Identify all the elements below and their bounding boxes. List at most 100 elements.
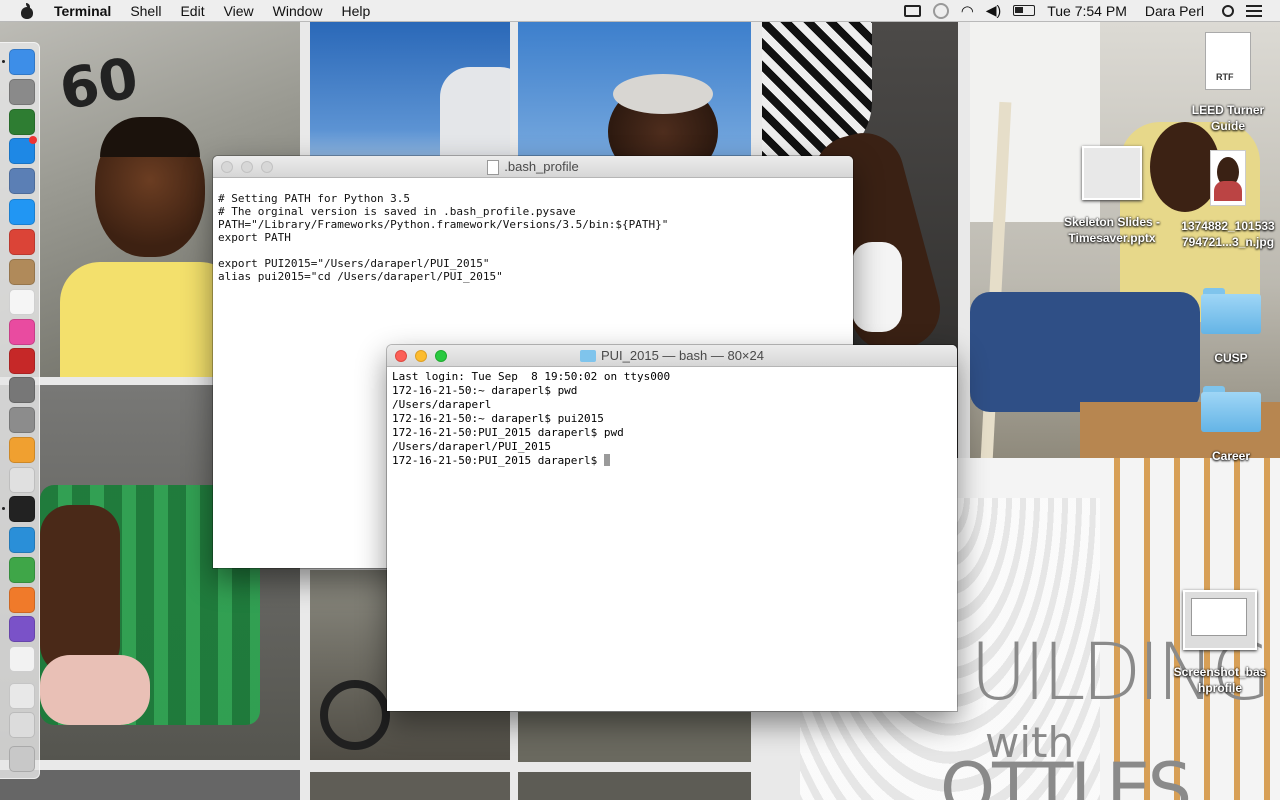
terminal-line: 172-16-21-50:~ daraperl$ pwd [392,384,952,398]
desktop-icon-photo[interactable]: 1374882_101533 794721...3_n.jpg [1176,150,1280,250]
editor-line: alias pui2015="cd /Users/daraperl/PUI_20… [218,270,503,283]
text-cursor [603,454,610,466]
system-preferences-icon[interactable] [9,407,35,433]
minimize-button[interactable] [241,161,253,173]
editor-text-area[interactable]: # Setting PATH for Python 3.5 # The orgin… [213,178,853,283]
menu-help[interactable]: Help [341,3,370,19]
terminal-line-text: 172-16-21-50:~ daraperl$ pui2015 [392,412,604,425]
downloads-stack-icon[interactable] [9,712,35,738]
terminal-line-text: 172-16-21-50:PUI_2015 daraperl$ pwd [392,426,624,439]
battery-icon[interactable] [1013,5,1036,16]
calendar-icon[interactable] [9,289,35,315]
menu-view[interactable]: View [224,3,254,19]
zoom-button[interactable] [261,161,273,173]
desktop-icon-label: CUSP [1214,351,1248,365]
editor-line: PATH="/Library/Frameworks/Python.framewo… [218,218,669,231]
desktop-icon-leed-guide[interactable]: RTF LEED Turner Guide [1180,32,1276,134]
terminal-line-text: 172-16-21-50:PUI_2015 daraperl$ [392,454,604,467]
document-icon [487,159,500,175]
running-indicator [2,507,5,510]
app-store-icon[interactable] [9,136,37,164]
terminal-line: /Users/daraperl [392,398,952,412]
photo-booth-icon[interactable] [9,348,35,374]
rtf-document-icon: RTF [1205,32,1251,90]
orange-app-icon[interactable] [9,587,35,613]
tent-number: 60 [54,45,143,124]
menu-window[interactable]: Window [273,3,323,19]
terminal-line: /Users/daraperl/PUI_2015 [392,440,952,454]
folder-icon [1201,288,1261,334]
volume-icon[interactable]: ◀) [986,2,1001,19]
terminal-line-text: /Users/daraperl/PUI_2015 [392,440,551,453]
menu-app-name[interactable]: Terminal [54,3,111,19]
document-stack-icon[interactable] [9,683,35,709]
menubar-user[interactable]: Dara Perl [1145,3,1204,19]
desktop-icon-career-folder[interactable]: Career [1196,386,1266,464]
terminal-line-text: /Users/daraperl [392,398,492,411]
screenshot-file-icon [1183,590,1257,650]
desktop-icon-screenshot[interactable]: Screenshot_bas hprofile [1168,590,1272,696]
menubar-clock[interactable]: Tue 7:54 PM [1047,3,1127,19]
terminal-window: PUI_2015 — bash — 80×24 Last login: Tue … [387,345,957,711]
preview-icon[interactable] [9,168,35,194]
desktop-icon-label: Skeleton Slides - Timesaver.pptx [1063,215,1161,245]
folder-icon [580,350,596,362]
purple-app-icon[interactable] [9,616,35,642]
close-button[interactable] [221,161,233,173]
minimize-button[interactable] [415,350,427,362]
editor-window-title: .bash_profile [504,159,579,174]
terminal-line-text: 172-16-21-50:~ daraperl$ pwd [392,384,578,397]
editor-titlebar[interactable]: .bash_profile [213,156,853,178]
wallpaper-photo-sky [310,22,510,157]
menu-shell[interactable]: Shell [130,3,161,19]
terminal-line: 172-16-21-50:PUI_2015 daraperl$ [392,454,952,468]
close-button[interactable] [395,350,407,362]
time-machine-icon[interactable] [932,2,949,19]
apple-menu-icon[interactable] [20,2,34,19]
launchpad-icon[interactable] [9,79,35,105]
terminal-line: 172-16-21-50:PUI_2015 daraperl$ pwd [392,426,952,440]
zoom-button[interactable] [435,350,447,362]
terminal-window-title: PUI_2015 — bash — 80×24 [601,348,764,363]
wallpaper-photo-woman [518,22,751,157]
desktop-icon-label: Career [1211,449,1251,463]
menu-bar: Terminal Shell Edit View Window Help ◠ ◀… [0,0,1280,22]
itunes-icon[interactable] [9,319,35,345]
notification-badge [29,136,37,144]
spotlight-search-icon[interactable] [1222,4,1234,17]
desktop-icon-label: LEED Turner Guide [1191,103,1265,133]
textedit-icon[interactable] [9,646,35,672]
desktop-icon-label: Screenshot_bas hprofile [1173,665,1267,695]
running-indicator [2,60,5,63]
notes-icon[interactable] [9,259,35,285]
terminal-line-text: Last login: Tue Sep 8 19:50:02 on ttys00… [392,370,671,383]
editor-line: # The orginal version is saved in .bash_… [218,205,576,218]
terminal-line: Last login: Tue Sep 8 19:50:02 on ttys00… [392,370,952,384]
airplay-icon[interactable] [903,4,921,17]
notification-center-icon[interactable] [1246,4,1262,17]
terminal-output[interactable]: Last login: Tue Sep 8 19:50:02 on ttys00… [387,367,957,471]
chrome-icon[interactable] [9,229,35,255]
photos-icon[interactable] [9,437,35,463]
mission-control-icon[interactable] [9,109,35,135]
wifi-icon[interactable]: ◠ [961,2,974,20]
menu-edit[interactable]: Edit [180,3,204,19]
parental-icon[interactable] [9,377,35,403]
desktop-icon-skeleton-slides[interactable]: Skeleton Slides - Timesaver.pptx [1056,146,1168,246]
finder-icon[interactable] [9,49,35,75]
terminal-icon[interactable] [9,496,35,522]
camera-icon[interactable] [9,467,35,493]
crown-app-icon[interactable] [9,527,35,553]
desktop-icon-cusp-folder[interactable]: CUSP [1196,288,1266,366]
terminal-line: 172-16-21-50:~ daraperl$ pui2015 [392,412,952,426]
green-app-icon[interactable] [9,557,35,583]
trash-icon[interactable] [9,746,35,772]
presentation-icon [1082,146,1142,200]
terminal-titlebar[interactable]: PUI_2015 — bash — 80×24 [387,345,957,367]
desktop-icon-label: 1374882_101533 794721...3_n.jpg [1181,219,1275,249]
editor-line: # Setting PATH for Python 3.5 [218,192,411,205]
poster-word-bottles: OTTLES [940,748,1192,800]
editor-line: export PUI2015="/Users/daraperl/PUI_2015… [218,257,490,270]
safari-icon[interactable] [9,199,35,225]
